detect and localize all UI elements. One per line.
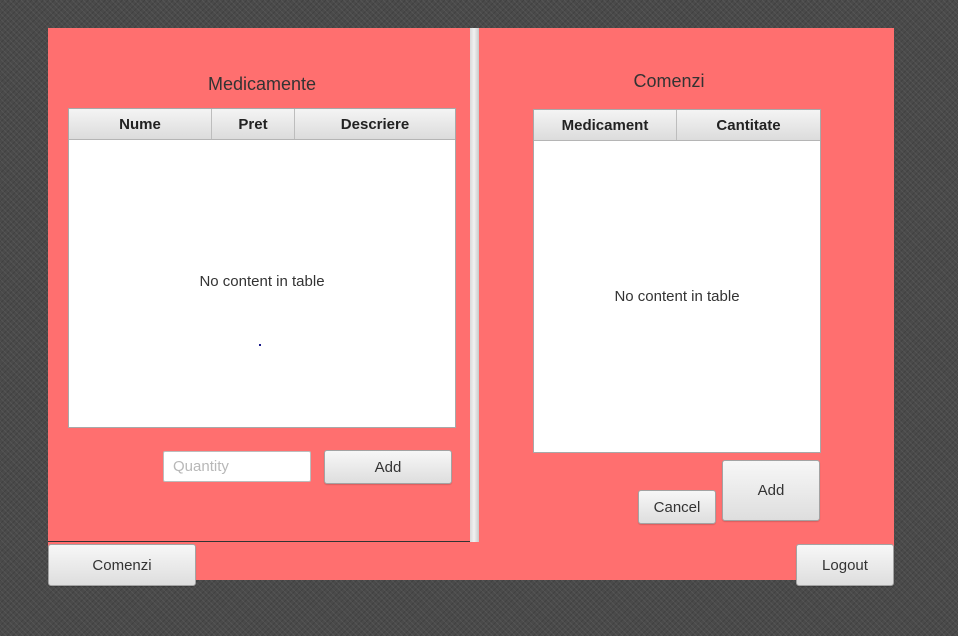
cursor-dot (259, 344, 261, 346)
column-header-pret[interactable]: Pret (212, 109, 295, 139)
column-header-cantitate[interactable]: Cantitate (677, 110, 820, 140)
comenzi-button[interactable]: Comenzi (48, 544, 196, 586)
logout-button[interactable]: Logout (796, 544, 894, 586)
comenzi-empty-message: No content in table (614, 288, 740, 305)
medicamente-title: Medicamente (207, 74, 317, 94)
add-medicament-button[interactable]: Add (324, 450, 452, 484)
column-header-medicament[interactable]: Medicament (534, 110, 677, 140)
medicamente-table-header: Nume Pret Descriere (69, 109, 455, 140)
medicamente-table[interactable]: Nume Pret Descriere No content in table (68, 108, 456, 428)
medicamente-empty-message: No content in table (199, 273, 325, 290)
comenzi-table-header: Medicament Cantitate (534, 110, 820, 141)
add-comanda-button[interactable]: Add (722, 460, 820, 521)
comenzi-title: Comenzi (633, 71, 705, 91)
quantity-input[interactable] (163, 451, 311, 482)
cancel-button[interactable]: Cancel (638, 490, 716, 524)
column-header-nume[interactable]: Nume (69, 109, 212, 139)
column-header-descriere[interactable]: Descriere (295, 109, 455, 139)
comenzi-table[interactable]: Medicament Cantitate No content in table (533, 109, 821, 453)
split-divider[interactable] (470, 28, 479, 542)
